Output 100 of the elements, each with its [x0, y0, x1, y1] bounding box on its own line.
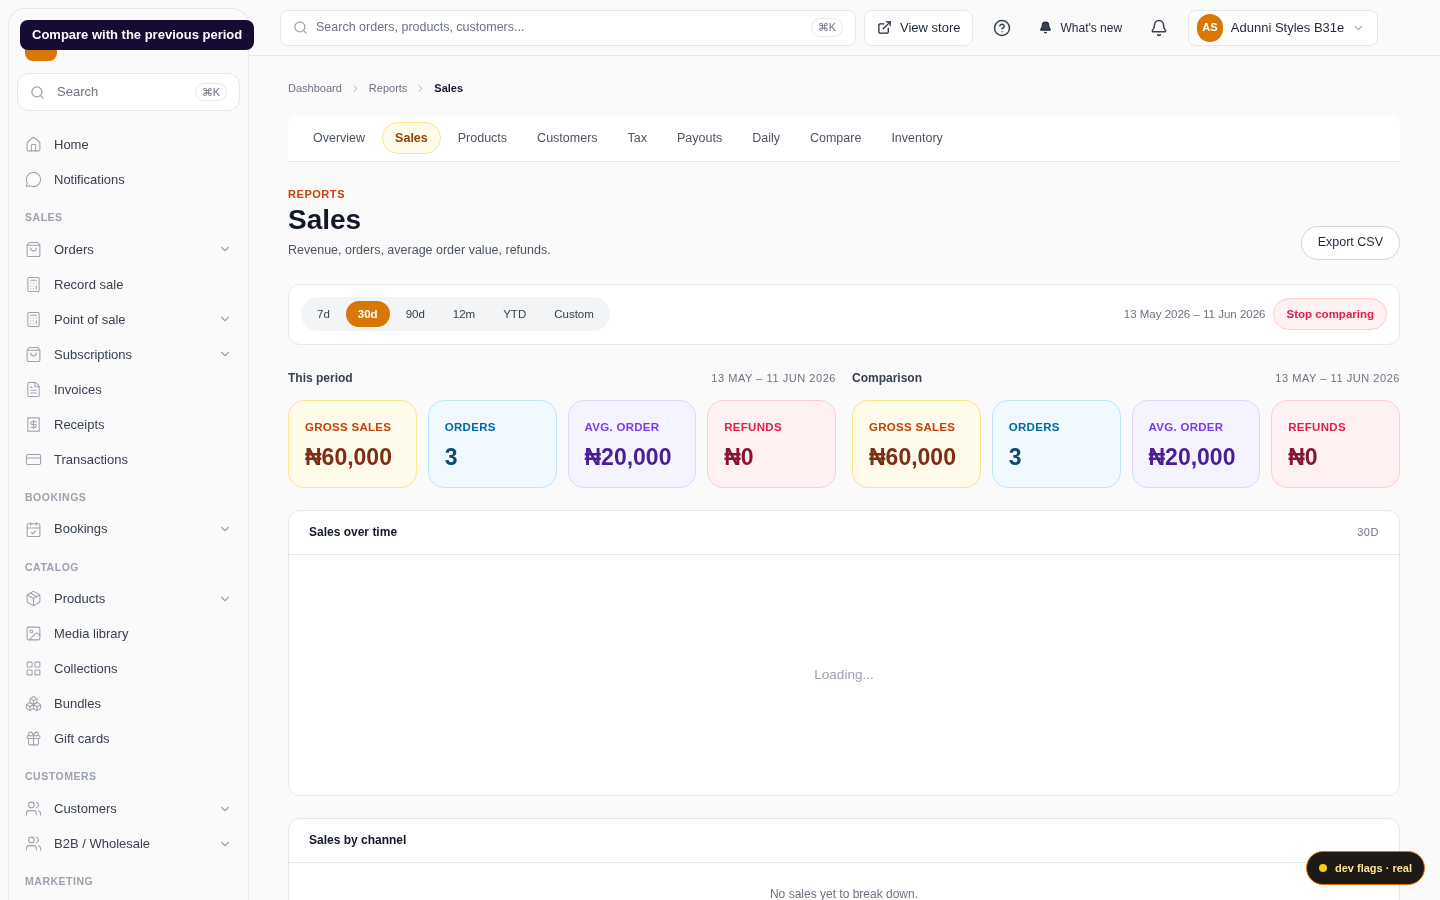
sidebar-item[interactable]: Invoices	[17, 371, 240, 407]
sidebar-item[interactable]: Record sale	[17, 266, 240, 302]
whats-new-button[interactable]: What's new	[1031, 18, 1131, 37]
sidebar-item[interactable]: Point of sale	[17, 301, 240, 337]
eyebrow-label: REPORTS	[288, 186, 347, 202]
metric-value: ₦0	[724, 443, 755, 472]
sidebar-item[interactable]: Gift cards	[17, 721, 240, 757]
bell-icon	[1039, 21, 1053, 34]
breadcrumb-link[interactable]: Dashboard	[288, 80, 342, 97]
users-icon	[25, 835, 42, 852]
sidebar-item[interactable]: Customers	[17, 791, 240, 826]
stop-comparing-button[interactable]: Stop comparing	[1273, 298, 1387, 331]
range-option[interactable]: Custom	[542, 301, 606, 328]
sidebar-item[interactable]: Subscriptions	[17, 336, 240, 372]
boxes-icon	[25, 695, 42, 713]
period-range: 13 MAY – 11 JUN 2026	[1275, 370, 1400, 386]
gift-icon	[25, 730, 42, 748]
section-heading: CUSTOMERS	[24, 769, 98, 785]
shopping-bag-icon	[25, 240, 42, 258]
breadcrumb-link[interactable]: Reports	[368, 80, 408, 97]
home-icon	[25, 136, 42, 153]
metric-value: ₦20,000	[1148, 443, 1237, 472]
tab[interactable]: Products	[444, 122, 521, 154]
range-option[interactable]: 90d	[393, 301, 437, 328]
search-icon	[293, 20, 308, 35]
section-heading: SALES	[24, 210, 64, 225]
metric-label: AVG. ORDER	[584, 419, 661, 435]
global-search-input[interactable]: Search orders, products, customers...	[316, 18, 803, 37]
global-search-field[interactable]: Search orders, products, customers... ⌘K	[280, 9, 856, 46]
metric-label: GROSS SALES	[869, 419, 957, 435]
users-icon	[25, 800, 42, 817]
calculator-icon	[25, 310, 42, 328]
period-range: 13 MAY – 11 JUN 2026	[711, 370, 836, 386]
range-option[interactable]: YTD	[491, 301, 539, 328]
box-icon	[25, 590, 42, 608]
external-link-icon	[877, 20, 892, 35]
help-icon[interactable]	[993, 18, 1012, 37]
sidebar-item[interactable]: Products	[17, 581, 240, 617]
search-field[interactable]: Search ⌘K	[17, 73, 240, 111]
search-input[interactable]: Search	[57, 82, 183, 102]
metric-value: ₦0	[1288, 443, 1319, 472]
loading-message: Loading...	[814, 665, 874, 684]
sidebar-item[interactable]: Bundles	[17, 686, 240, 722]
empty-message: No sales yet to break down.	[769, 885, 919, 900]
shopping-bag-icon	[25, 345, 42, 363]
tab[interactable]: Tax	[614, 122, 660, 154]
page-subtitle: Revenue, orders, average order value, refunds.	[288, 242, 551, 259]
tab[interactable]: Overview	[300, 122, 379, 154]
panel-title: Sales by channel	[309, 832, 407, 850]
tab[interactable]: Payouts	[664, 122, 736, 154]
metric-label: ORDERS	[1008, 419, 1061, 435]
user-avatar: AS	[1197, 13, 1223, 42]
section-heading: BOOKINGS	[24, 489, 88, 505]
metric-value: 3	[444, 443, 459, 472]
chat-bubble-icon	[25, 171, 42, 188]
metric-label: GROSS SALES	[305, 419, 393, 435]
metric-label: ORDERS	[444, 419, 497, 435]
tooltip: Compare with the previous period	[20, 20, 255, 50]
sidebar-item[interactable]: Home	[17, 127, 240, 162]
search-icon	[30, 84, 45, 100]
receipt-icon	[25, 415, 42, 433]
sidebar-item[interactable]: Orders	[17, 231, 240, 267]
document-icon	[25, 380, 42, 398]
sidebar-item[interactable]: Bookings	[17, 511, 240, 547]
date-range: 13 May 2026 – 11 Jun 2026	[1123, 306, 1266, 322]
sidebar-item[interactable]: Notifications	[17, 162, 240, 197]
view-store-button[interactable]: View store	[864, 9, 974, 46]
sidebar-item[interactable]: Receipts	[17, 406, 240, 442]
metric-value: 3	[1008, 443, 1023, 472]
period-title: Comparison	[852, 369, 922, 387]
calendar-icon	[25, 520, 42, 538]
sidebar-item[interactable]: Collections	[17, 651, 240, 687]
tab[interactable]: Sales	[382, 122, 441, 154]
metric-value: ₦60,000	[869, 443, 957, 472]
sidebar-item[interactable]: B2B / Wholesale	[17, 826, 240, 861]
metric-label: REFUNDS	[724, 419, 783, 435]
tab[interactable]: Customers	[524, 122, 611, 154]
sidebar-item[interactable]: Transactions	[17, 441, 240, 477]
calculator-icon	[25, 275, 42, 293]
range-option[interactable]: 7d	[305, 301, 342, 328]
metric-value: ₦20,000	[584, 443, 673, 472]
sidebar-item[interactable]: Media library	[17, 616, 240, 652]
image-icon	[25, 625, 42, 643]
account-menu[interactable]: AS Adunni Styles B31e	[1188, 9, 1379, 46]
metric-label: REFUNDS	[1288, 419, 1347, 435]
metric-label: AVG. ORDER	[1148, 419, 1225, 435]
range-option[interactable]: 12m	[440, 301, 488, 328]
metric-value: ₦60,000	[305, 443, 393, 472]
section-heading: MARKETING	[24, 874, 95, 889]
notifications-icon[interactable]	[1150, 18, 1169, 37]
user-name: Adunni Styles B31e	[1230, 18, 1345, 37]
tab[interactable]: Compare	[796, 122, 875, 154]
dev-flags-label: dev flags · real	[1334, 860, 1412, 876]
tab[interactable]: Daily	[739, 122, 793, 154]
period-title: This period	[288, 369, 353, 387]
dev-flags-badge[interactable]: dev flags · real	[1305, 851, 1425, 885]
grid-icon	[25, 660, 42, 678]
tab[interactable]: Inventory	[878, 122, 956, 154]
export-csv-button[interactable]: Export CSV	[1300, 225, 1400, 260]
breadcrumb-link[interactable]: Sales	[434, 80, 464, 97]
